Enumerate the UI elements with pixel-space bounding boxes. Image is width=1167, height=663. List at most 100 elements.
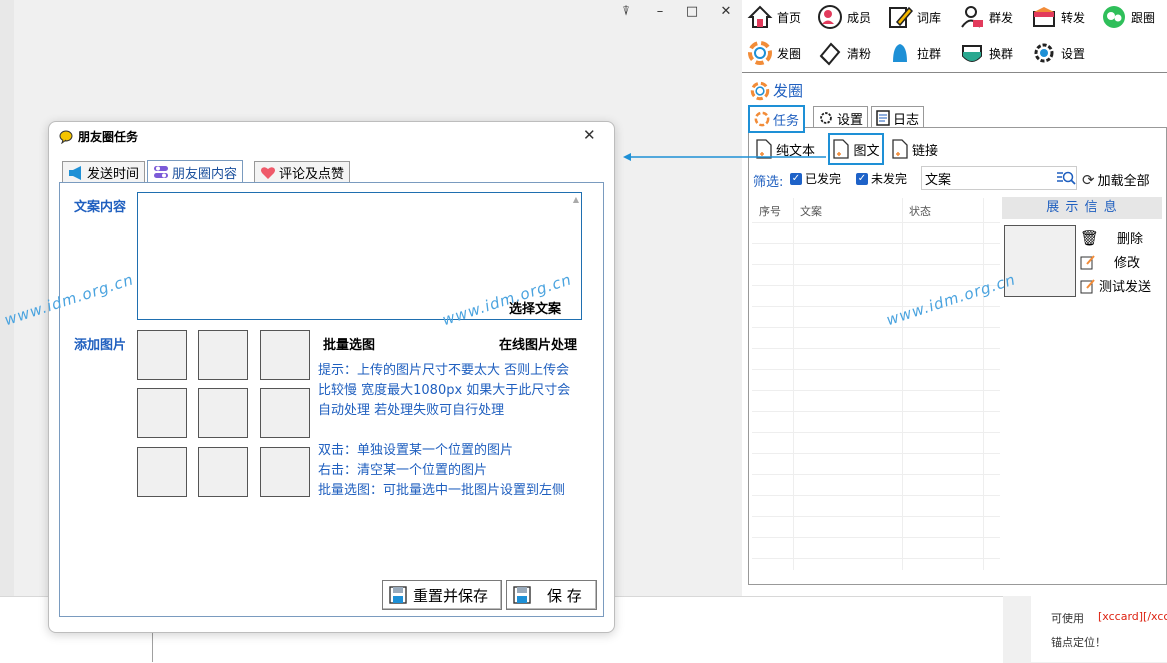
grid-row-line <box>752 453 1000 454</box>
tab-log[interactable]: 日志 <box>871 106 925 129</box>
connector-arrow <box>623 153 826 161</box>
grid-row-line <box>752 264 1000 265</box>
tab-send-time[interactable]: 发送时间 <box>62 161 146 183</box>
sent-checkbox[interactable]: ✓ 已发完 <box>790 170 841 187</box>
nav-label-forward: 转发 <box>1061 10 1086 25</box>
grid-row-line <box>752 537 1000 538</box>
search-icon[interactable] <box>1056 170 1076 186</box>
save-icon <box>513 586 531 604</box>
nav-label-home: 首页 <box>777 10 802 25</box>
grid-row-line <box>752 369 1000 370</box>
nav-members[interactable]: 成员 <box>817 2 871 32</box>
edit-icon <box>1080 254 1095 269</box>
moments-icon <box>748 41 772 65</box>
tab-send-time-label: 发送时间 <box>87 167 140 182</box>
hint-line: 提示：上传的图片尺寸不要太大 否则上传会 <box>318 363 570 378</box>
add-image-label: 添加图片 <box>74 338 127 353</box>
tab-settings-label: 设置 <box>837 112 864 128</box>
nav-forward[interactable]: 转发 <box>1031 2 1085 32</box>
save-button[interactable]: 保 存 <box>506 580 597 610</box>
image-slot[interactable] <box>198 388 248 438</box>
nav-label-members: 成员 <box>847 10 872 25</box>
online-process-link[interactable]: 在线图片处理 <box>499 334 577 353</box>
tab-task[interactable]: 任务 <box>748 105 806 133</box>
pencil-icon <box>889 6 913 28</box>
image-slot[interactable] <box>198 330 248 380</box>
image-slot[interactable] <box>260 330 310 380</box>
reset-save-label: 重置并保存 <box>413 586 489 605</box>
nav-follow[interactable]: 跟圈 <box>1101 2 1155 32</box>
unsent-checkbox[interactable]: ✓ 未发完 <box>856 170 907 187</box>
grid-header-index: 序号 <box>759 205 781 218</box>
hint-anchor-text: 锚点定位！ <box>1051 636 1106 649</box>
nav-pull-group[interactable]: 拉群 <box>887 38 941 68</box>
nav-group-send[interactable]: 群发 <box>959 2 1013 32</box>
grid-header-text: 文案 <box>800 205 822 218</box>
minimize-button[interactable]: – <box>650 4 670 20</box>
search-input[interactable]: 文案 <box>921 166 1077 190</box>
nav-clear-fans[interactable]: 清粉 <box>817 38 871 68</box>
grid-row-line <box>752 432 1000 433</box>
image-slot[interactable] <box>260 447 310 497</box>
grid-row-line <box>752 306 1000 307</box>
hint-line: 双击：单独设置某一个位置的图片 <box>318 443 514 458</box>
image-slot[interactable] <box>260 388 310 438</box>
forward-icon <box>1033 7 1055 27</box>
batch-select-link[interactable]: 批量选图 <box>323 334 375 353</box>
save-icon <box>389 586 407 604</box>
tab-right-settings[interactable]: 设置 <box>813 106 869 129</box>
grid-row-line <box>752 390 1000 391</box>
edit-button[interactable]: 修改 <box>1080 252 1140 271</box>
image-slot[interactable] <box>137 447 187 497</box>
dialog-titlebar: 朋友圈任务 <box>59 128 138 145</box>
load-all-label: 加载全部 <box>1097 174 1150 189</box>
tab-moments-content[interactable]: 朋友圈内容 <box>147 160 244 183</box>
test-send-button[interactable]: 测试发送 <box>1080 276 1151 295</box>
group-send-icon <box>961 6 983 28</box>
nav-wordbank[interactable]: 词库 <box>887 2 941 32</box>
type-image-text-label: 图文 <box>853 143 880 159</box>
maximize-button[interactable]: □ <box>682 4 702 20</box>
nav-moments[interactable]: 发圈 <box>747 38 801 68</box>
filter-label: 筛选: <box>753 175 784 190</box>
scroll-up-arrow[interactable]: ▲ <box>573 195 579 204</box>
nav-label-group-send: 群发 <box>989 10 1014 25</box>
edit-label: 修改 <box>1114 256 1141 271</box>
image-slot[interactable] <box>137 330 187 380</box>
pull-group-icon <box>893 44 907 62</box>
switch-group-icon <box>962 45 982 62</box>
nav-divider <box>742 72 1167 73</box>
trash-icon: 🗑 <box>1080 228 1100 247</box>
image-slot[interactable] <box>137 388 187 438</box>
hint-line: 右击：清空某一个位置的图片 <box>318 463 488 478</box>
dialog-close-button[interactable]: ✕ <box>583 126 596 144</box>
grid-row-line <box>752 327 1000 328</box>
grid-row-line <box>752 495 1000 496</box>
image-slot[interactable] <box>198 447 248 497</box>
tab-log-label: 日志 <box>893 112 920 128</box>
nav-label-pull-group: 拉群 <box>917 46 942 61</box>
chat-bubble-icon <box>59 130 73 144</box>
grid-row-line <box>752 222 1000 223</box>
grid-divider <box>983 198 984 570</box>
nav-switch-group[interactable]: 换群 <box>959 38 1013 68</box>
load-all-button[interactable]: ⟳ 加载全部 <box>1082 170 1150 190</box>
nav-home[interactable]: 首页 <box>747 2 801 32</box>
tab-comments-likes[interactable]: 评论及点赞 <box>254 161 351 183</box>
nav-settings[interactable]: 设置 <box>1031 38 1085 68</box>
eraser-icon <box>819 42 841 66</box>
gear-icon <box>1034 43 1054 63</box>
reset-save-button[interactable]: 重置并保存 <box>382 580 502 610</box>
pin-button[interactable]: ⍒ <box>616 4 636 20</box>
delete-button[interactable]: 🗑 删除 <box>1080 228 1144 248</box>
grid-row-line <box>752 474 1000 475</box>
grid-row-line <box>752 243 1000 244</box>
document-icon <box>892 139 908 159</box>
type-link[interactable]: 链接 <box>891 139 938 159</box>
delete-label: 删除 <box>1117 232 1144 247</box>
close-window-button[interactable]: ✕ <box>716 4 736 20</box>
moments-icon <box>750 81 770 100</box>
sent-label: 已发完 <box>805 172 842 186</box>
type-image-text[interactable]: 图文 <box>828 133 884 165</box>
text-content-label: 文案内容 <box>74 200 127 215</box>
